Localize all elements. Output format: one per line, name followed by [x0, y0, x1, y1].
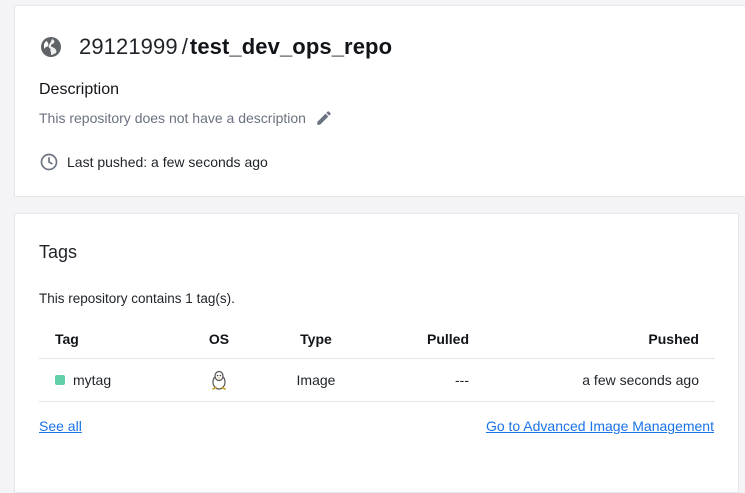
- tag-cell: mytag: [55, 359, 111, 401]
- description-label: Description: [39, 81, 120, 98]
- pushed-cell: a few seconds ago: [582, 372, 699, 388]
- pulled-cell: ---: [455, 372, 469, 388]
- clock-icon: [39, 152, 59, 172]
- column-header-pulled: Pulled: [426, 331, 469, 347]
- repository-card: 29121999/test_dev_ops_repo Description T…: [14, 5, 745, 197]
- repo-name: test_dev_ops_repo: [189, 34, 393, 59]
- last-pushed-text: Last pushed: a few seconds ago: [67, 154, 268, 170]
- globe-icon: [39, 35, 63, 59]
- last-pushed-row: Last pushed: a few seconds ago: [39, 152, 268, 172]
- tag-status-dot: [55, 375, 65, 385]
- description-row: This repository does not have a descript…: [39, 109, 333, 127]
- column-header-type: Type: [300, 331, 332, 347]
- description-text: This repository does not have a descript…: [39, 110, 306, 126]
- linux-icon: [210, 370, 228, 390]
- tags-table-header: Tag OS Type Pulled Pushed: [39, 320, 715, 359]
- tags-title: Tags: [39, 242, 78, 262]
- pencil-icon[interactable]: [315, 109, 333, 127]
- advanced-image-management-link[interactable]: Go to Advanced Image Management: [486, 418, 714, 434]
- column-header-tag: Tag: [55, 331, 79, 347]
- tag-name: mytag: [73, 372, 112, 388]
- repo-title: 29121999/test_dev_ops_repo: [79, 34, 392, 60]
- tags-count-text: This repository contains 1 tag(s).: [39, 291, 235, 306]
- repo-header: 29121999/test_dev_ops_repo: [39, 34, 392, 60]
- os-cell: [199, 359, 239, 401]
- column-header-os: OS: [208, 331, 230, 347]
- see-all-link[interactable]: See all: [39, 418, 82, 434]
- tags-card: Tags This repository contains 1 tag(s). …: [14, 213, 739, 493]
- repo-separator: /: [181, 34, 188, 59]
- repo-namespace: 29121999: [79, 34, 178, 59]
- column-header-pushed: Pushed: [648, 331, 699, 347]
- table-row[interactable]: mytag Image --- a few seconds ago: [39, 359, 715, 402]
- type-cell: Image: [296, 372, 336, 388]
